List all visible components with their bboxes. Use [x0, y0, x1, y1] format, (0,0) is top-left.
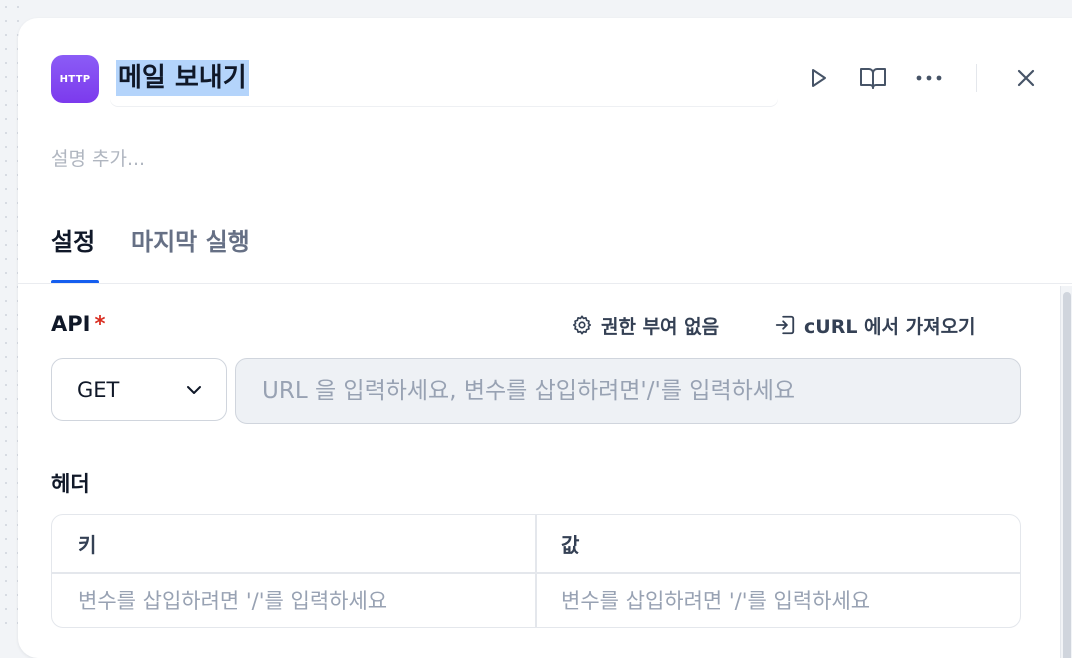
tab-settings-label: 설정: [51, 228, 96, 256]
required-mark: *: [94, 312, 106, 336]
import-curl-button[interactable]: cURL 에서 가져오기: [774, 310, 976, 340]
node-title[interactable]: 메일 보내기: [116, 60, 249, 96]
http-method-select[interactable]: GET: [51, 358, 227, 421]
book-open-icon: [860, 68, 886, 89]
more-horizontal-icon: [916, 75, 942, 81]
api-label: API *: [51, 312, 105, 336]
more-button[interactable]: [911, 60, 947, 96]
scrollbar-thumb[interactable]: [1063, 292, 1071, 658]
import-icon: [775, 315, 795, 335]
headers-label: 헤더: [51, 472, 90, 496]
run-button[interactable]: [800, 60, 836, 96]
tab-last-run[interactable]: 마지막 실행: [131, 224, 250, 284]
node-settings-panel: HTTP 메일 보내기 설명 추가... 설정 마지막 실행 API * 권한 …: [18, 18, 1072, 658]
header-key-input[interactable]: [78, 577, 528, 625]
node-title-field[interactable]: 메일 보내기: [110, 54, 778, 106]
header-value-input[interactable]: [561, 577, 1011, 625]
api-label-text: API: [51, 312, 91, 336]
close-button[interactable]: [1008, 60, 1044, 96]
scrollbar-track[interactable]: [1060, 286, 1072, 658]
gear-icon: [572, 315, 592, 335]
panel-header: HTTP 메일 보내기: [18, 18, 1072, 138]
docs-button[interactable]: [855, 60, 891, 96]
table-column-divider: [535, 515, 537, 627]
headers-table: 키 값: [51, 514, 1021, 628]
close-icon: [1017, 69, 1035, 87]
play-icon: [812, 69, 826, 87]
tab-last-run-label: 마지막 실행: [131, 228, 250, 256]
tab-settings[interactable]: 설정: [51, 224, 99, 284]
http-node-icon: HTTP: [51, 55, 99, 103]
description-input[interactable]: 설명 추가...: [51, 144, 145, 171]
authorization-button[interactable]: 권한 부여 없음: [571, 310, 719, 340]
value-column-header: 값: [561, 533, 580, 557]
http-method-value: GET: [77, 377, 120, 402]
tabs-divider: [18, 283, 1072, 284]
header-divider: [976, 64, 977, 92]
url-input[interactable]: [235, 358, 1021, 424]
chevron-down-icon: [187, 385, 201, 394]
import-curl-label: cURL 에서 가져오기: [804, 315, 976, 338]
authorization-label: 권한 부여 없음: [601, 315, 720, 338]
key-column-header: 키: [78, 533, 97, 557]
workflow-canvas-background: [0, 0, 20, 636]
